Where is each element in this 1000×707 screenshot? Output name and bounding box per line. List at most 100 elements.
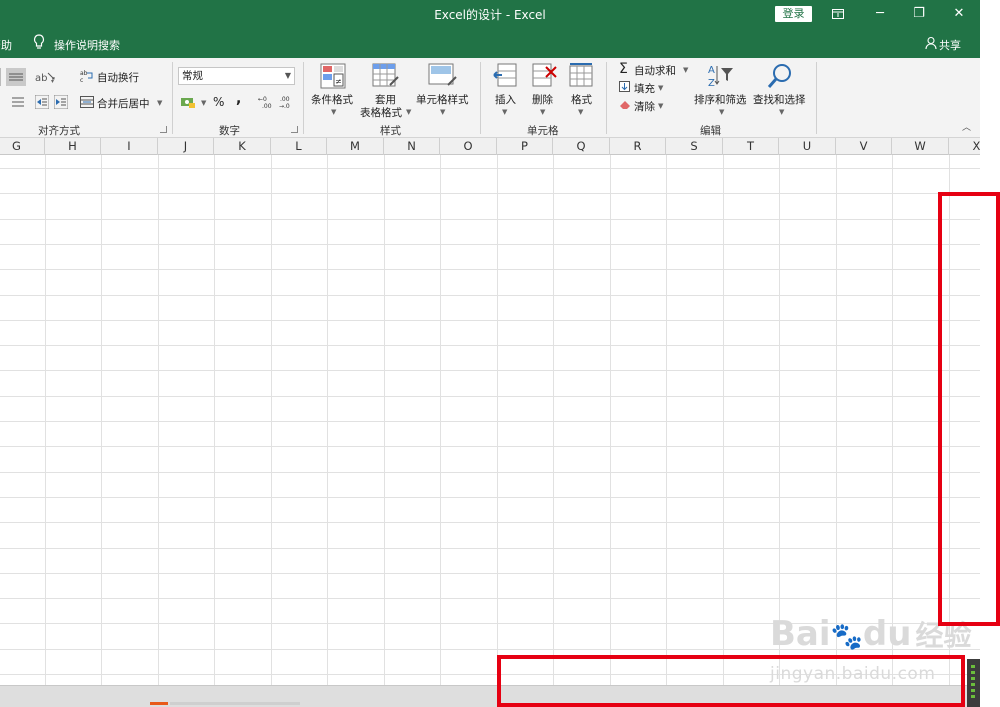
grid-row-line xyxy=(0,472,980,473)
column-header-i[interactable]: I xyxy=(101,138,158,155)
column-header-h[interactable]: H xyxy=(45,138,101,155)
horizontal-scrollbar[interactable] xyxy=(170,702,300,705)
increase-decimal-icon[interactable]: ←0.00 xyxy=(258,95,274,109)
grid-column-line xyxy=(666,155,667,685)
watermark-brand-text-2: du xyxy=(862,614,912,654)
autosum-button[interactable]: 自动求和 xyxy=(634,63,676,78)
minimize-button[interactable]: ─ xyxy=(866,3,894,25)
svg-text:≠: ≠ xyxy=(335,77,342,86)
svg-text:Z: Z xyxy=(708,78,715,89)
grid-column-line xyxy=(384,155,385,685)
grid-row-line xyxy=(0,193,980,194)
number-launcher-icon[interactable] xyxy=(291,126,298,133)
sheet-tab-indicator[interactable] xyxy=(150,702,168,705)
sort-filter-button[interactable]: 排序和筛选 xyxy=(694,92,747,107)
group-label-editing: 编辑 xyxy=(700,125,721,137)
grid-column-line xyxy=(779,155,780,685)
column-header-w[interactable]: W xyxy=(892,138,949,155)
align-right-icon[interactable] xyxy=(0,68,26,86)
format-dropdown-icon[interactable]: ▼ xyxy=(578,108,583,116)
column-header-k[interactable]: K xyxy=(214,138,271,155)
login-button[interactable]: 登录 xyxy=(775,6,812,22)
grid-row-line xyxy=(0,497,980,498)
merge-center-dropdown-icon[interactable]: ▼ xyxy=(157,99,162,107)
column-header-v[interactable]: V xyxy=(836,138,892,155)
fill-dropdown-icon[interactable]: ▼ xyxy=(658,84,663,92)
cell-styles-button[interactable]: 单元格样式 xyxy=(416,92,469,107)
format-cells-icon xyxy=(569,63,593,87)
svg-text:▾: ▾ xyxy=(51,78,54,84)
conditional-formatting-button[interactable]: 条件格式 xyxy=(311,92,353,107)
delete-dropdown-icon[interactable]: ▼ xyxy=(540,108,545,116)
column-header-l[interactable]: L xyxy=(271,138,327,155)
column-header-r[interactable]: R xyxy=(610,138,666,155)
column-header-u[interactable]: U xyxy=(779,138,836,155)
group-label-number: 数字 xyxy=(219,125,240,137)
column-header-m[interactable]: M xyxy=(327,138,384,155)
close-button[interactable]: ✕ xyxy=(945,3,973,25)
sort-filter-icon: AZ xyxy=(708,65,733,89)
grid-column-line xyxy=(836,155,837,685)
find-select-button[interactable]: 查找和选择 xyxy=(753,92,806,107)
column-header-j[interactable]: J xyxy=(158,138,214,155)
decrease-decimal-icon[interactable]: .00→.0 xyxy=(278,95,294,109)
group-label-alignment: 对齐方式 xyxy=(38,125,80,137)
insert-cells-button[interactable]: 插入 xyxy=(495,92,516,107)
accounting-format-icon[interactable] xyxy=(180,95,198,109)
comma-style-button[interactable]: , xyxy=(236,91,241,107)
column-header-q[interactable]: Q xyxy=(553,138,610,155)
cell-styles-dropdown-icon[interactable]: ▼ xyxy=(440,108,445,116)
cell-grid[interactable] xyxy=(0,155,980,685)
column-header-o[interactable]: O xyxy=(440,138,497,155)
column-header-s[interactable]: S xyxy=(666,138,723,155)
svg-text:.00: .00 xyxy=(262,103,272,109)
merge-center-icon xyxy=(80,96,94,108)
grid-row-line xyxy=(0,244,980,245)
accounting-dropdown-icon[interactable]: ▼ xyxy=(201,99,206,107)
decrease-indent-icon[interactable] xyxy=(35,95,49,109)
group-separator xyxy=(172,62,173,134)
ribbon-display-icon xyxy=(832,9,844,19)
tell-me-search[interactable]: 操作说明搜索 xyxy=(54,37,120,53)
align-left-fragment-icon xyxy=(12,97,24,107)
maximize-button[interactable]: ❐ xyxy=(905,3,933,25)
column-header-n[interactable]: N xyxy=(384,138,440,155)
grid-column-line xyxy=(440,155,441,685)
merge-center-button[interactable]: 合并后居中 xyxy=(97,96,150,111)
wrap-text-button[interactable]: 自动换行 xyxy=(97,70,139,85)
clear-dropdown-icon[interactable]: ▼ xyxy=(658,102,663,110)
wrap-text-icon: abc xyxy=(80,70,93,83)
delete-cells-button[interactable]: 删除 xyxy=(532,92,553,107)
insert-dropdown-icon[interactable]: ▼ xyxy=(502,108,507,116)
svg-text:ab: ab xyxy=(80,70,88,77)
column-header-g[interactable]: G xyxy=(0,138,45,155)
autosum-dropdown-icon[interactable]: ▼ xyxy=(683,66,688,74)
format-cells-button[interactable]: 格式 xyxy=(571,92,592,107)
grid-row-line xyxy=(0,421,980,422)
grid-column-line xyxy=(553,155,554,685)
alignment-launcher-icon[interactable] xyxy=(160,126,167,133)
fill-button[interactable]: 填充 xyxy=(634,81,655,96)
ribbon-display-options-button[interactable] xyxy=(824,3,852,25)
find-dropdown-icon[interactable]: ▼ xyxy=(779,108,784,116)
number-format-select[interactable]: 常规 ▼ xyxy=(178,67,295,85)
eraser-icon xyxy=(620,101,630,109)
text-orientation-icon[interactable]: ab ▾ xyxy=(35,70,57,84)
conditional-dropdown-icon[interactable]: ▼ xyxy=(331,108,336,116)
table-dropdown-icon[interactable]: ▼ xyxy=(406,108,411,116)
collapse-ribbon-icon[interactable]: ︿ xyxy=(962,120,971,133)
tab-help[interactable]: 帮助 xyxy=(0,37,12,53)
clear-button[interactable]: 清除 xyxy=(634,99,655,114)
column-header-t[interactable]: T xyxy=(723,138,779,155)
increase-indent-icon[interactable] xyxy=(54,95,68,109)
grid-row-line xyxy=(0,598,980,599)
grid-column-line xyxy=(497,155,498,685)
search-icon xyxy=(767,64,791,88)
share-button[interactable]: 共享 xyxy=(939,37,961,53)
percent-style-button[interactable]: % xyxy=(213,95,224,109)
sort-dropdown-icon[interactable]: ▼ xyxy=(719,108,724,116)
grid-row-line xyxy=(0,168,980,169)
format-as-table-button[interactable]: 表格格式 xyxy=(360,105,402,120)
watermark-brand-text: Bai xyxy=(770,614,831,654)
column-header-p[interactable]: P xyxy=(497,138,553,155)
